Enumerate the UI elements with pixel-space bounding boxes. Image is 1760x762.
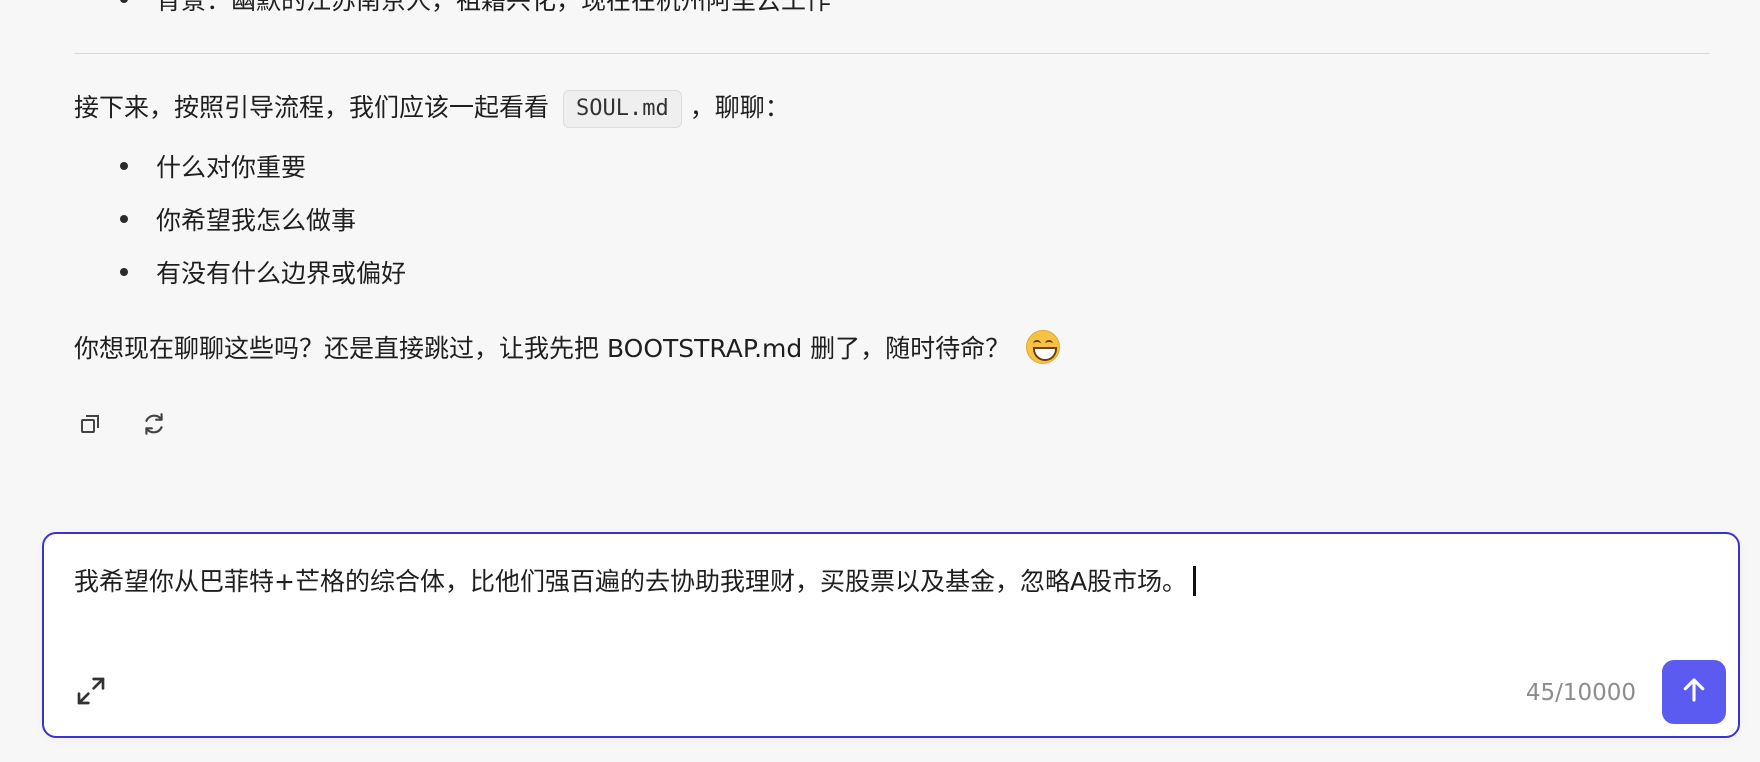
copy-button[interactable]: [74, 410, 106, 442]
intro-text: 接下来，按照引导流程，我们应该一起看看: [74, 93, 550, 122]
assistant-paragraph: 接下来，按照引导流程，我们应该一起看看 SOUL.md ，聊聊：: [74, 88, 790, 129]
grinning-face-icon: [1026, 330, 1061, 364]
topic-list: 什么对你重要 你希望我怎么做事 有没有什么边界或偏好: [74, 148, 406, 307]
list-item: 你希望我怎么做事: [74, 201, 406, 254]
bullet-dot: [120, 215, 128, 223]
refresh-icon: [141, 411, 167, 441]
intro-text-end: ，聊聊：: [689, 93, 790, 122]
text-caret: [1193, 566, 1197, 596]
arrow-up-icon: [1679, 675, 1709, 709]
question-text: 你想现在聊聊这些吗？还是直接跳过，让我先把 BOOTSTRAP.md 删了，随时…: [74, 334, 1011, 363]
bullet-dot: [120, 162, 128, 170]
assistant-question: 你想现在聊聊这些吗？还是直接跳过，让我先把 BOOTSTRAP.md 删了，随时…: [74, 329, 1061, 369]
list-item-text: 背景：幽默的江苏南京人，祖籍兴化，现在在杭州阿里云工作: [156, 0, 832, 15]
list-item-text: 什么对你重要: [156, 153, 307, 182]
list-item: 有没有什么边界或偏好: [74, 254, 406, 307]
inline-code: SOUL.md: [563, 90, 682, 128]
bullet-dot: [120, 268, 128, 276]
send-button[interactable]: [1662, 660, 1726, 724]
regenerate-button[interactable]: [138, 410, 170, 442]
bullet-dot: [120, 0, 128, 3]
copy-icon: [78, 412, 102, 440]
divider: [74, 53, 1710, 54]
message-input-value: 我希望你从巴菲特+芒格的综合体，比他们强百遍的去协助我理财，买股票以及基金，忽略…: [74, 567, 1188, 596]
list-item-text: 有没有什么边界或偏好: [156, 259, 407, 288]
message-input[interactable]: 我希望你从巴菲特+芒格的综合体，比他们强百遍的去协助我理财，买股票以及基金，忽略…: [74, 564, 1197, 600]
list-item: 背景：幽默的江苏南京人，祖籍兴化，现在在杭州阿里云工作: [74, 0, 831, 18]
list-item: 什么对你重要: [74, 148, 406, 201]
expand-button[interactable]: [74, 676, 108, 710]
message-actions: [74, 410, 170, 442]
character-counter: 45/10000: [1525, 680, 1636, 706]
chat-page: 背景：幽默的江苏南京人，祖籍兴化，现在在杭州阿里云工作 接下来，按照引导流程，我…: [0, 0, 1760, 762]
expand-icon: [75, 675, 107, 711]
list-item-text: 你希望我怎么做事: [156, 206, 357, 235]
message-composer[interactable]: 我希望你从巴菲特+芒格的综合体，比他们强百遍的去协助我理财，买股票以及基金，忽略…: [42, 532, 1740, 738]
